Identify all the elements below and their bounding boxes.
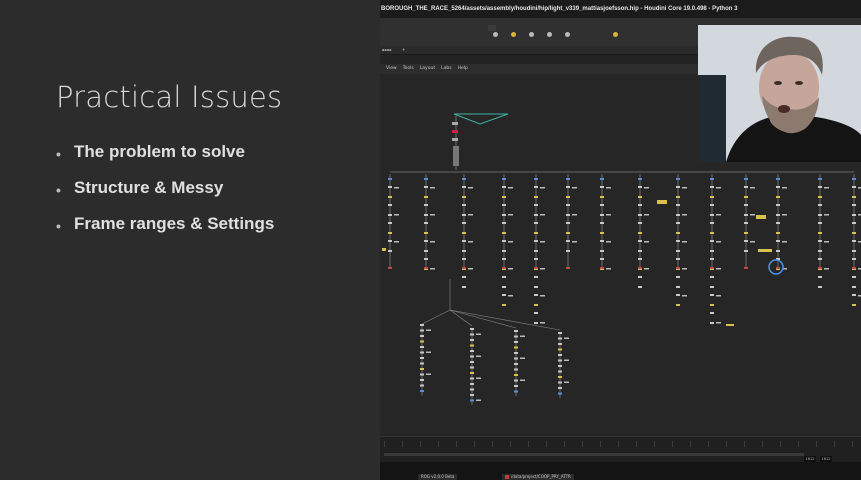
- bottom-node-cluster[interactable]: [420, 279, 569, 405]
- node-column[interactable]: [566, 174, 577, 269]
- node-column[interactable]: [776, 174, 787, 270]
- shelf-tools: [488, 32, 622, 44]
- menu-help[interactable]: Help: [458, 64, 468, 74]
- add-tab-icon[interactable]: +: [402, 46, 405, 54]
- area-light-icon: [546, 32, 552, 37]
- node-column[interactable]: [462, 174, 473, 288]
- bulb-icon: [612, 32, 618, 37]
- status-tab-rog[interactable]: ROG v2.0.0 Beta: [418, 474, 458, 480]
- node-column[interactable]: [710, 174, 721, 324]
- bullet-item: • The problem to solve: [56, 142, 245, 162]
- bullet-item: • Frame ranges & Settings: [56, 214, 275, 234]
- camera-tool[interactable]: [488, 32, 502, 44]
- node-column[interactable]: [558, 332, 569, 398]
- node-column[interactable]: [638, 174, 649, 288]
- node-column[interactable]: [388, 174, 399, 269]
- window-title: BOROUGH_THE_RACE_5264/assets/assembly/ho…: [380, 0, 861, 18]
- menu-tools[interactable]: Tools: [403, 64, 414, 74]
- node-column[interactable]: [676, 174, 687, 306]
- node-column[interactable]: [420, 324, 431, 396]
- node-column[interactable]: [744, 174, 755, 269]
- environment-light-icon: [564, 32, 570, 37]
- status-bar: ROG v2.0.0 Beta /data/project/COOP_PRY_A…: [380, 462, 861, 480]
- timeline[interactable]: 1812 1812: [380, 436, 861, 463]
- area-light-tool[interactable]: [542, 32, 556, 44]
- menu-labs[interactable]: Labs: [441, 64, 451, 74]
- camera-icon: [492, 32, 498, 37]
- timeline-ruler[interactable]: [384, 441, 856, 447]
- node-column[interactable]: [852, 174, 861, 306]
- sun-light-icon: [510, 32, 516, 37]
- node-column[interactable]: [470, 328, 481, 405]
- bullet-dot-icon: •: [56, 146, 61, 162]
- bullet-item: • Structure & Messy: [56, 178, 224, 198]
- node-column[interactable]: [534, 174, 545, 324]
- presentation-slide: Practical Issues • The problem to solve •…: [0, 0, 380, 480]
- slide-title: Practical Issues: [56, 80, 283, 114]
- spot-light-icon: [528, 32, 534, 37]
- node-column[interactable]: [818, 174, 829, 288]
- frame-range-bar[interactable]: [384, 453, 804, 456]
- pane-tab[interactable]: ▪▪▪▪: [382, 46, 392, 54]
- menu-layout[interactable]: Layout: [420, 64, 435, 74]
- spot-light-tool[interactable]: [524, 32, 538, 44]
- top-node-cluster[interactable]: [452, 113, 509, 170]
- environment-light-tool[interactable]: [560, 32, 574, 44]
- node-column[interactable]: [514, 330, 525, 396]
- bullet-dot-icon: •: [56, 218, 61, 234]
- node-columns[interactable]: [388, 174, 861, 324]
- bulb-tool[interactable]: [608, 32, 622, 44]
- menu-view[interactable]: View: [386, 64, 397, 74]
- node-column[interactable]: [424, 174, 435, 270]
- node-column[interactable]: [600, 174, 611, 270]
- node-column[interactable]: [502, 174, 513, 306]
- status-tab-path[interactable]: /data/project/COOP_PRY_ATTR: [502, 474, 574, 480]
- presenter-video: [698, 25, 861, 162]
- status-app-icon: [505, 475, 509, 479]
- bullet-list: • The problem to solve • Structure & Messy…: [56, 142, 274, 250]
- bullet-dot-icon: •: [56, 182, 61, 198]
- webcam-overlay: [698, 25, 861, 162]
- sun-light-tool[interactable]: [506, 32, 520, 44]
- shelf-tab-lights[interactable]: [488, 25, 496, 31]
